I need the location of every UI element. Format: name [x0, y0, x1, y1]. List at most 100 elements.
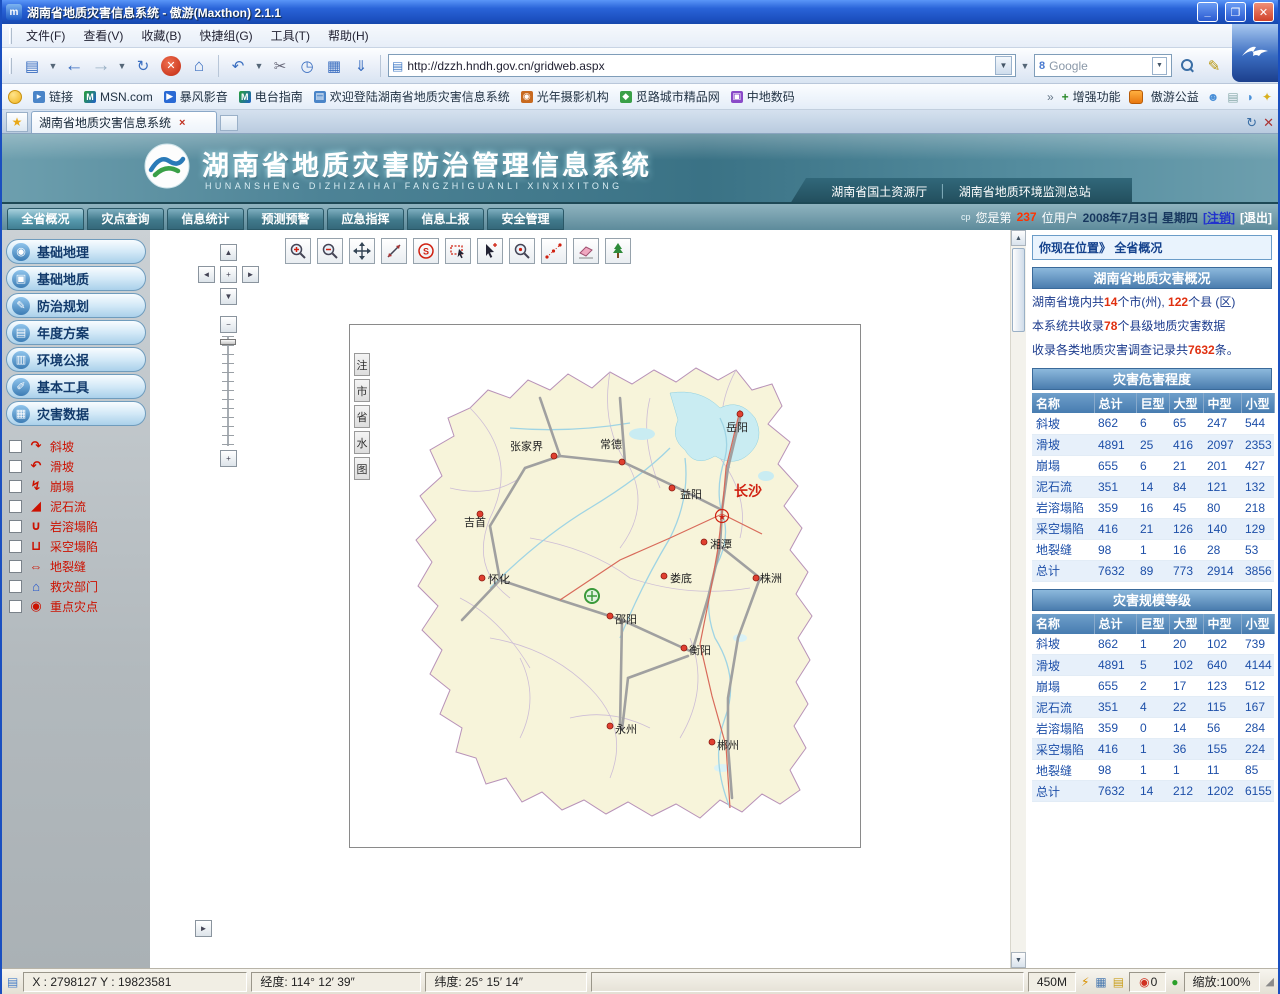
- minimize-button[interactable]: _: [1197, 2, 1218, 22]
- search-button[interactable]: [1175, 53, 1199, 79]
- overflow-chevron[interactable]: »: [1047, 90, 1054, 104]
- grid-view-button[interactable]: ▦: [322, 53, 346, 79]
- charity-link[interactable]: 傲游公益: [1151, 88, 1199, 105]
- nav-tab-statistics[interactable]: 信息统计: [167, 208, 244, 230]
- undo-dropdown[interactable]: ▼: [253, 53, 265, 79]
- maxthon-charity-icon[interactable]: [1129, 90, 1143, 104]
- nav-tab-forecast[interactable]: 预测预警: [247, 208, 324, 230]
- sidebar-item-geology[interactable]: ▣基础地质: [6, 266, 146, 291]
- exit-link[interactable]: [退出]: [1240, 209, 1272, 226]
- pan-up-button[interactable]: ▲: [220, 244, 237, 261]
- vertical-scrollbar[interactable]: ▲ ▼: [1010, 230, 1026, 968]
- forward-button[interactable]: →: [89, 53, 113, 79]
- sidebar-item-tools[interactable]: ✐基本工具: [6, 374, 146, 399]
- link-item[interactable]: ▶暴风影音: [164, 88, 228, 105]
- menu-help[interactable]: 帮助(H): [319, 24, 378, 47]
- dept-link-2[interactable]: 湖南省地质环境监测总站: [959, 183, 1091, 200]
- address-bar[interactable]: ▤ ▼: [388, 54, 1016, 77]
- boost-icon[interactable]: ⚡: [1081, 975, 1089, 989]
- refresh-button[interactable]: ↻: [131, 53, 155, 79]
- tab-close-icon[interactable]: ×: [179, 117, 185, 129]
- undo-button[interactable]: ↶: [226, 53, 250, 79]
- nav-tab-query[interactable]: 灾点查询: [87, 208, 164, 230]
- history-dropdown[interactable]: ▼: [116, 53, 128, 79]
- layer-keypoint[interactable]: ◉重点灾点: [2, 596, 150, 616]
- checkbox[interactable]: [9, 600, 22, 613]
- zoom-slider[interactable]: [220, 336, 237, 446]
- new-tab-button[interactable]: ▤: [20, 53, 44, 79]
- identify-button[interactable]: [509, 238, 535, 264]
- smiley-icon[interactable]: [8, 90, 22, 104]
- history-clock-button[interactable]: ◷: [295, 53, 319, 79]
- nav-tab-report[interactable]: 信息上报: [407, 208, 484, 230]
- search-engine-dropdown[interactable]: ▼: [1152, 57, 1167, 75]
- nav-tab-overview[interactable]: 全省概况: [7, 208, 84, 230]
- panel-toggle-icon[interactable]: ✕: [1263, 115, 1274, 131]
- maximize-button[interactable]: ❐: [1225, 2, 1246, 22]
- zoom-minus-button[interactable]: −: [220, 316, 237, 333]
- user-icon[interactable]: ☻: [1207, 90, 1220, 104]
- pan-center-button[interactable]: +: [220, 266, 237, 283]
- search-box[interactable]: 8 Google ▼: [1034, 54, 1172, 77]
- zoom-out-button[interactable]: [317, 238, 343, 264]
- dept-link-1[interactable]: 湖南省国土资源厅: [831, 183, 927, 200]
- map-side-tab[interactable]: 水: [354, 431, 370, 454]
- link-item[interactable]: M电台指南: [239, 88, 303, 105]
- sidebar-item-environment-report[interactable]: ▥环境公报: [6, 347, 146, 372]
- popup-blocker-panel[interactable]: ◉0: [1129, 972, 1166, 992]
- checkbox[interactable]: [9, 500, 22, 513]
- select-pointer-button[interactable]: [477, 238, 503, 264]
- sidebar-item-geography[interactable]: ◉基础地理: [6, 239, 146, 264]
- active-tab[interactable]: 湖南省地质灾害信息系统 ×: [31, 111, 217, 133]
- scrollbar-thumb[interactable]: [1012, 248, 1025, 332]
- download-button[interactable]: ⇓: [349, 53, 373, 79]
- highlight-pen-button[interactable]: ✎: [1202, 53, 1226, 79]
- pan-right-button[interactable]: ►: [242, 266, 259, 283]
- scroll-up-button[interactable]: ▲: [1011, 230, 1026, 246]
- pan-down-button[interactable]: ▼: [220, 288, 237, 305]
- measure-button[interactable]: [381, 238, 407, 264]
- zoom-plus-button[interactable]: +: [220, 450, 237, 467]
- tab-refresh-icon[interactable]: ↻: [1246, 115, 1257, 131]
- pan-left-button[interactable]: ◄: [198, 266, 215, 283]
- track-line-button[interactable]: [541, 238, 567, 264]
- layer-debris-flow[interactable]: ◢泥石流: [2, 496, 150, 516]
- chat-icon[interactable]: ◗: [1247, 90, 1254, 104]
- map-side-tab[interactable]: 图: [354, 457, 370, 480]
- proxy-icon[interactable]: ▦: [1095, 975, 1106, 989]
- legend-button[interactable]: [605, 238, 631, 264]
- menu-view[interactable]: 查看(V): [74, 24, 132, 47]
- card-icon[interactable]: ▤: [1227, 90, 1238, 104]
- checkbox[interactable]: [9, 480, 22, 493]
- checkbox[interactable]: [9, 440, 22, 453]
- link-item[interactable]: MMSN.com: [84, 90, 153, 104]
- gift-icon[interactable]: ✦: [1262, 90, 1272, 104]
- new-tab-dropdown[interactable]: ▼: [47, 53, 59, 79]
- menu-tools[interactable]: 工具(T): [262, 24, 319, 47]
- menu-favorites[interactable]: 收藏(B): [132, 24, 190, 47]
- hscroll-right-button[interactable]: ►: [195, 920, 212, 937]
- layer-landslide[interactable]: ↶滑坡: [2, 456, 150, 476]
- zoom-in-button[interactable]: [285, 238, 311, 264]
- zoom-slider-handle[interactable]: [220, 339, 236, 345]
- menu-groups[interactable]: 快捷组(G): [190, 24, 261, 47]
- layer-fissure[interactable]: ⇔地裂缝: [2, 556, 150, 576]
- select-rect-button[interactable]: [445, 238, 471, 264]
- stop-button[interactable]: ✕: [161, 56, 181, 76]
- map-canvas[interactable]: ★ 张家界 常德 岳阳 益阳 吉首 湘潭 怀化: [370, 338, 856, 840]
- link-item[interactable]: ◆觅路城市精品网: [620, 88, 720, 105]
- zoom-panel[interactable]: 缩放:100%: [1184, 972, 1260, 992]
- scroll-down-button[interactable]: ▼: [1011, 952, 1026, 968]
- link-item[interactable]: ▸链接: [33, 88, 73, 105]
- link-item[interactable]: ◉光年摄影机构: [521, 88, 609, 105]
- folder-icon[interactable]: ▤: [1113, 975, 1124, 989]
- logout-link[interactable]: [注销]: [1203, 209, 1235, 226]
- go-dropdown[interactable]: ▼: [1019, 53, 1031, 79]
- back-button[interactable]: ←: [62, 53, 86, 79]
- menu-file[interactable]: 文件(F): [17, 24, 74, 47]
- nav-tab-security[interactable]: 安全管理: [487, 208, 564, 230]
- sidebar-item-prevention-plan[interactable]: ✎防治规划: [6, 293, 146, 318]
- snip-button[interactable]: ✂: [268, 53, 292, 79]
- enhance-button[interactable]: +增强功能: [1062, 88, 1121, 105]
- checkbox[interactable]: [9, 520, 22, 533]
